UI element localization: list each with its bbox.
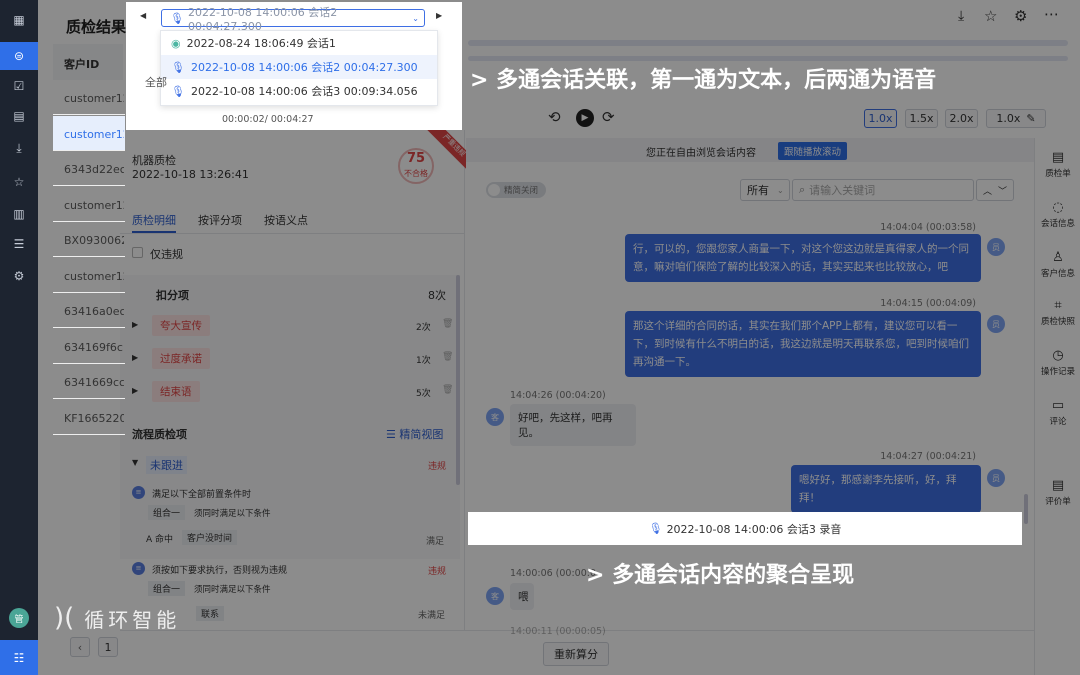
session-divider-text: 2022-10-08 14:00:06 会话3 录音 [666,522,842,536]
list-settings-icon[interactable]: ☰ [0,230,38,258]
text-session-icon: ◉ [171,36,181,50]
session-option[interactable]: 🎙︎ 2022-10-08 14:00:06 会话2 00:04:27.300 [161,55,437,79]
player-time: 00:00:02/ 00:04:27 [222,114,314,125]
session-picker-popup: ◀ 🎙︎ 2022-10-08 14:00:06 会话2 00:04:27.300… [126,2,462,130]
table-row[interactable]: 6341669cc [53,364,125,399]
user-avatar[interactable]: 管 [9,608,29,628]
session-option[interactable]: 🎙︎ 2022-10-08 14:00:06 会话3 00:09:34.056 [161,79,437,103]
watermark-logo: )( 循环智能 [54,603,180,633]
app-sidebar: ▦ ⊜ ☑ ▤ ⤓ ☆ ▥ ☰ ⚙ 管 ☷ [0,0,38,675]
report-icon[interactable]: ▥ [0,200,38,228]
download-icon[interactable]: ⤓ [0,134,38,162]
table-cell: customer12 [64,269,124,283]
apps-icon[interactable]: ▦ [0,6,38,34]
check-icon[interactable]: ☑ [0,72,38,100]
session-option-label: 2022-08-24 18:06:49 会话1 [186,37,336,50]
session-dropdown-menu: ◉ 2022-08-24 18:06:49 会话1 🎙︎ 2022-10-08 14:… [160,30,438,106]
table-row[interactable]: 634169f6c [53,329,125,364]
table-row[interactable]: 63416a0ec [53,293,125,328]
session-option-label: 2022-10-08 14:00:06 会话3 00:09:34.056 [190,85,418,98]
table-row[interactable]: BX0930062 [53,222,125,257]
table-row[interactable]: customer12 [53,187,125,222]
session-select-value: 2022-10-08 14:00:06 会话2 00:04:27.300 [187,5,338,33]
table-cell: 6341669cc [64,376,124,389]
star-icon[interactable]: ☆ [0,168,38,196]
table-cell: KF1665220 [64,411,124,425]
table-cell: 634169f6c [64,340,123,354]
quality-icon[interactable]: ⊜ [0,42,38,70]
table-cell: customer12 [64,127,124,141]
table-cell: BX0930062 [64,234,124,247]
document-icon[interactable]: ▤ [0,102,38,130]
watermark-text: 循环智能 [84,607,181,632]
table-row[interactable]: KF1665220 [53,400,125,435]
session-option[interactable]: ◉ 2022-08-24 18:06:49 会话1 [161,31,437,55]
mic-icon: 🎙︎ [648,522,663,535]
next-session-icon[interactable]: ▶ [436,11,442,20]
logo-icon: )( [54,603,75,633]
session-divider: 🎙︎ 2022-10-08 14:00:06 会话3 录音 [468,512,1022,545]
collapse-menu-icon[interactable]: ☷ [0,640,38,675]
annotation-bottom: > 多通会话内容的聚合呈现 [586,563,855,588]
table-row[interactable]: 6343d22ec [53,151,125,186]
table-cell: customer12 [64,198,124,212]
table-row[interactable]: customer12 [53,80,125,115]
prev-session-icon[interactable]: ◀ [140,11,146,20]
filter-label-peek: 全部 [145,76,167,89]
mic-icon: 🎙︎ [170,11,184,25]
table-cell: 63416a0ec [64,305,124,318]
chevron-down-icon: ⌄ [412,13,419,23]
table-row[interactable]: customer12 [53,258,125,293]
session-option-label: 2022-10-08 14:00:06 会话2 00:04:27.300 [190,61,418,74]
annotation-top: > 多通会话关联，第一通为文本，后两通为语音 [470,68,937,93]
table-cell: 6343d22ec [64,163,124,176]
gear-icon[interactable]: ⚙ [0,262,38,290]
table-row[interactable]: customer12 [53,115,125,151]
table-cell: customer12 [64,92,124,105]
mic-icon: 🎙︎ [171,84,185,98]
session-select[interactable]: 🎙︎ 2022-10-08 14:00:06 会话2 00:04:27.300 ⌄ [161,6,425,33]
mic-icon: 🎙︎ [171,60,185,74]
